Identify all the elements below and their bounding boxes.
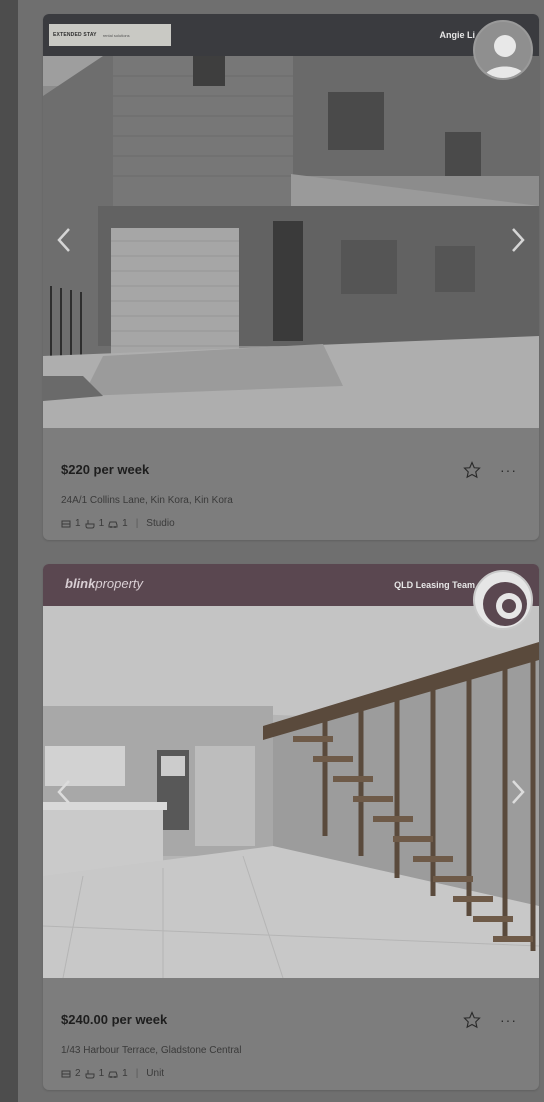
listing-card[interactable]: EXTENDED STAY rental solutions Angie Li [43, 14, 539, 540]
bath-icon [85, 1069, 95, 1078]
star-outline-icon[interactable] [463, 1011, 481, 1029]
bath-icon [85, 519, 95, 528]
bed-icon [61, 520, 71, 527]
chevron-left-icon[interactable] [53, 225, 75, 255]
listing-card[interactable]: blinkproperty QLD Leasing Team $240.00 p… [43, 564, 539, 1090]
car-icon [108, 1071, 118, 1078]
agency-logo-subtext: rental solutions [102, 32, 130, 38]
bath-count: 1 [98, 518, 105, 529]
listing-photo[interactable] [43, 56, 539, 428]
listing-address: 24A/1 Collins Lane, Kin Kora, Kin Kora [61, 495, 233, 506]
property-type: Studio [146, 518, 175, 529]
chevron-left-icon[interactable] [53, 777, 75, 807]
more-options-button[interactable]: ··· [500, 462, 517, 478]
bath-count: 1 [98, 1068, 105, 1079]
more-options-button[interactable]: ··· [500, 1012, 517, 1028]
listing-details: $220 per week ··· 24A/1 Collins Lane, Ki… [43, 428, 539, 540]
bed-count: 1 [75, 518, 81, 529]
agent-name: Angie Li [439, 30, 476, 40]
divider: | [135, 518, 139, 529]
agent-avatar [473, 570, 533, 630]
agency-banner: blinkproperty QLD Leasing Team [43, 564, 539, 606]
chevron-right-icon[interactable] [507, 225, 529, 255]
car-count: 1 [122, 518, 128, 529]
bed-count: 2 [75, 1068, 81, 1079]
bed-icon [61, 1070, 71, 1077]
agency-logo-light: property [95, 576, 144, 591]
chevron-right-icon[interactable] [507, 777, 529, 807]
listing-price: $240.00 per week [61, 1012, 168, 1027]
agency-logo-text: EXTENDED STAY [53, 32, 97, 38]
divider: | [135, 1068, 139, 1079]
star-outline-icon[interactable] [463, 461, 481, 479]
property-type: Unit [146, 1068, 165, 1079]
agent-avatar [473, 20, 533, 80]
car-icon [108, 521, 118, 528]
agent-name: QLD Leasing Team [394, 580, 475, 590]
agency-logo-bold: blink [65, 576, 96, 591]
listing-features: 1 1 1 | Studio [61, 518, 175, 529]
listing-photo[interactable] [43, 606, 539, 978]
agency-banner: EXTENDED STAY rental solutions Angie Li [43, 14, 539, 56]
listing-details: $240.00 per week ··· 1/43 Harbour Terrac… [43, 978, 539, 1090]
car-count: 1 [122, 1068, 128, 1079]
listing-address: 1/43 Harbour Terrace, Gladstone Central [61, 1045, 242, 1056]
agency-logo: blinkproperty [65, 576, 143, 591]
listing-price: $220 per week [61, 462, 150, 477]
agency-logo: EXTENDED STAY rental solutions [49, 24, 171, 46]
listing-features: 2 1 1 | Unit [61, 1068, 164, 1079]
